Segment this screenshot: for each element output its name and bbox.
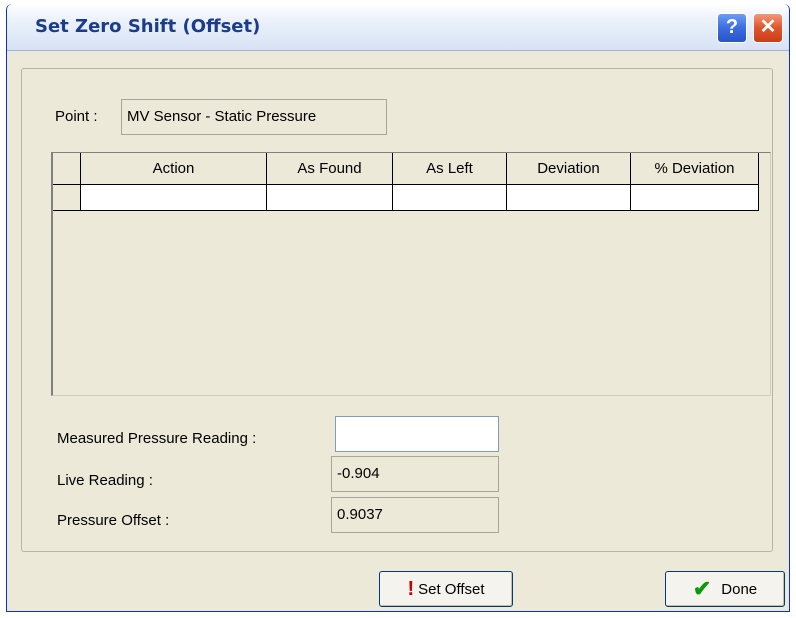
set-offset-label: Set Offset bbox=[418, 580, 485, 598]
set-zero-shift-dialog: Set Zero Shift (Offset) ? ✕ Point : MV S… bbox=[6, 4, 790, 612]
exclamation-icon: ! bbox=[407, 577, 415, 600]
point-label: Point : bbox=[55, 108, 98, 125]
table-cell-as-found[interactable] bbox=[267, 185, 393, 211]
table-cell-pct-deviation[interactable] bbox=[631, 185, 759, 211]
set-offset-button[interactable]: ! Set Offset bbox=[379, 571, 513, 607]
row-selector-header bbox=[53, 153, 81, 185]
column-header-deviation[interactable]: Deviation bbox=[507, 153, 631, 185]
point-field: MV Sensor - Static Pressure bbox=[121, 99, 387, 135]
live-reading-field: -0.904 bbox=[331, 456, 499, 492]
close-button[interactable]: ✕ bbox=[753, 13, 783, 43]
dialog-title: Set Zero Shift (Offset) bbox=[35, 16, 261, 37]
measured-pressure-label: Measured Pressure Reading : bbox=[57, 430, 257, 447]
checkmark-icon: ✔ bbox=[692, 576, 712, 601]
measured-pressure-input[interactable] bbox=[335, 416, 499, 452]
calibration-table[interactable]: Action As Found As Left Deviation % Devi… bbox=[51, 152, 771, 396]
title-bar[interactable]: Set Zero Shift (Offset) ? ✕ bbox=[7, 4, 789, 51]
column-header-as-left[interactable]: As Left bbox=[393, 153, 507, 185]
done-button[interactable]: ✔ Done bbox=[665, 571, 785, 607]
live-reading-label: Live Reading : bbox=[57, 472, 153, 489]
column-header-action[interactable]: Action bbox=[81, 153, 267, 185]
row-selector[interactable] bbox=[53, 185, 81, 211]
table-cell-deviation[interactable] bbox=[507, 185, 631, 211]
help-button[interactable]: ? bbox=[717, 13, 747, 43]
pressure-offset-field: 0.9037 bbox=[331, 497, 499, 533]
table-cell-as-left[interactable] bbox=[393, 185, 507, 211]
column-header-as-found[interactable]: As Found bbox=[267, 153, 393, 185]
column-header-pct-deviation[interactable]: % Deviation bbox=[631, 153, 759, 185]
table-cell-action[interactable] bbox=[81, 185, 267, 211]
done-label: Done bbox=[721, 580, 758, 598]
pressure-offset-label: Pressure Offset : bbox=[57, 512, 170, 529]
